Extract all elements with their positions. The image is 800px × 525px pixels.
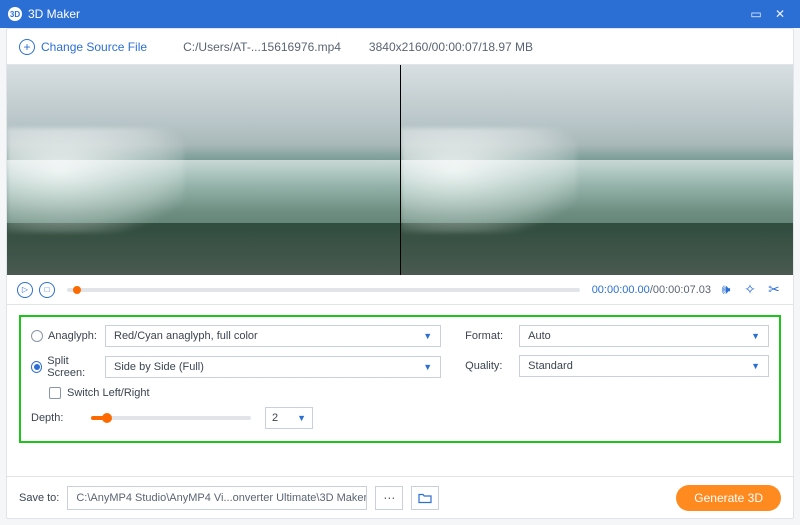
plus-icon: + [19, 39, 35, 55]
time-display: 00:00:00.00/00:00:07.03 [592, 284, 711, 296]
split-label: Split Screen: [47, 355, 105, 379]
change-source-label: Change Source File [41, 40, 147, 54]
settings-right-column: Format: Auto ▼ Quality: Standard ▼ [465, 325, 769, 437]
anaglyph-label: Anaglyph: [48, 330, 97, 342]
generate-button[interactable]: Generate 3D [676, 485, 781, 511]
split-label-group: Split Screen: [31, 355, 105, 379]
app-title: 3D Maker [28, 7, 744, 21]
depth-select[interactable]: 2 ▼ [265, 407, 313, 429]
switch-label: Switch Left/Right [67, 387, 150, 399]
chevron-down-icon: ▼ [751, 331, 760, 341]
file-path: C:/Users/AT-...15616976.mp4 [183, 40, 341, 54]
time-current: 00:00:00.00 [592, 284, 650, 296]
generate-label: Generate 3D [694, 491, 763, 505]
settings-panel: Anaglyph: Red/Cyan anaglyph, full color … [19, 315, 781, 443]
anaglyph-radio[interactable] [31, 330, 43, 342]
footer: Save to: C:\AnyMP4 Studio\AnyMP4 Vi...on… [7, 476, 793, 518]
video-preview [7, 65, 793, 275]
chevron-down-icon: ▼ [297, 413, 306, 423]
titlebar: 3D 3D Maker ▭ ✕ [0, 0, 800, 28]
anaglyph-row: Anaglyph: Red/Cyan anaglyph, full color … [31, 325, 441, 347]
format-select[interactable]: Auto ▼ [519, 325, 769, 347]
content-area: + Change Source File C:/Users/AT-...1561… [6, 28, 794, 519]
player-controls: ▷ □ 00:00:00.00/00:00:07.03 🕪 ✧ ✂ [7, 275, 793, 305]
close-button[interactable]: ✕ [768, 7, 792, 21]
cut-icon[interactable]: ✂ [765, 281, 783, 298]
anaglyph-select[interactable]: Red/Cyan anaglyph, full color ▼ [105, 325, 441, 347]
file-info: C:/Users/AT-...15616976.mp4 3840x2160/00… [183, 40, 533, 54]
save-to-label: Save to: [19, 492, 59, 504]
seek-knob[interactable] [73, 286, 81, 294]
split-select[interactable]: Side by Side (Full) ▼ [105, 356, 441, 378]
preview-right [400, 65, 794, 275]
time-total: 00:00:07.03 [653, 284, 711, 296]
file-meta: 3840x2160/00:00:07/18.97 MB [369, 40, 533, 54]
depth-row: Depth: 2 ▼ [31, 407, 441, 429]
settings-left-column: Anaglyph: Red/Cyan anaglyph, full color … [31, 325, 441, 437]
snapshot-icon[interactable]: ✧ [741, 281, 759, 298]
open-folder-button[interactable] [411, 486, 439, 510]
save-path-box: C:\AnyMP4 Studio\AnyMP4 Vi...onverter Ul… [67, 486, 367, 510]
change-source-button[interactable]: + Change Source File [19, 39, 147, 55]
switch-checkbox[interactable] [49, 387, 61, 399]
format-row: Format: Auto ▼ [465, 325, 769, 347]
split-radio[interactable] [31, 361, 42, 373]
chevron-down-icon: ▼ [423, 362, 432, 372]
seek-track[interactable] [67, 288, 580, 292]
depth-label: Depth: [31, 412, 77, 424]
quality-row: Quality: Standard ▼ [465, 355, 769, 377]
anaglyph-value: Red/Cyan anaglyph, full color [114, 330, 258, 342]
anaglyph-label-group: Anaglyph: [31, 330, 105, 342]
switch-row: Switch Left/Right [31, 387, 441, 399]
slider-knob[interactable] [102, 413, 112, 423]
folder-icon [418, 492, 432, 504]
depth-value: 2 [272, 412, 278, 424]
depth-slider[interactable] [91, 416, 251, 420]
volume-icon[interactable]: 🕪 [717, 281, 735, 298]
minimize-button[interactable]: ▭ [744, 7, 768, 21]
quality-select[interactable]: Standard ▼ [519, 355, 769, 377]
save-path: C:\AnyMP4 Studio\AnyMP4 Vi...onverter Ul… [76, 492, 367, 504]
split-value: Side by Side (Full) [114, 361, 204, 373]
chevron-down-icon: ▼ [751, 361, 760, 371]
settings-area: Anaglyph: Red/Cyan anaglyph, full color … [7, 305, 793, 453]
play-button[interactable]: ▷ [17, 282, 33, 298]
format-label: Format: [465, 330, 519, 342]
preview-left [7, 65, 400, 275]
toolbar: + Change Source File C:/Users/AT-...1561… [7, 29, 793, 65]
format-value: Auto [528, 330, 551, 342]
chevron-down-icon: ▼ [423, 331, 432, 341]
quality-value: Standard [528, 360, 573, 372]
browse-button[interactable]: ⋯ [375, 486, 403, 510]
app-icon: 3D [8, 7, 22, 21]
stop-button[interactable]: □ [39, 282, 55, 298]
split-row: Split Screen: Side by Side (Full) ▼ [31, 355, 441, 379]
quality-label: Quality: [465, 360, 519, 372]
